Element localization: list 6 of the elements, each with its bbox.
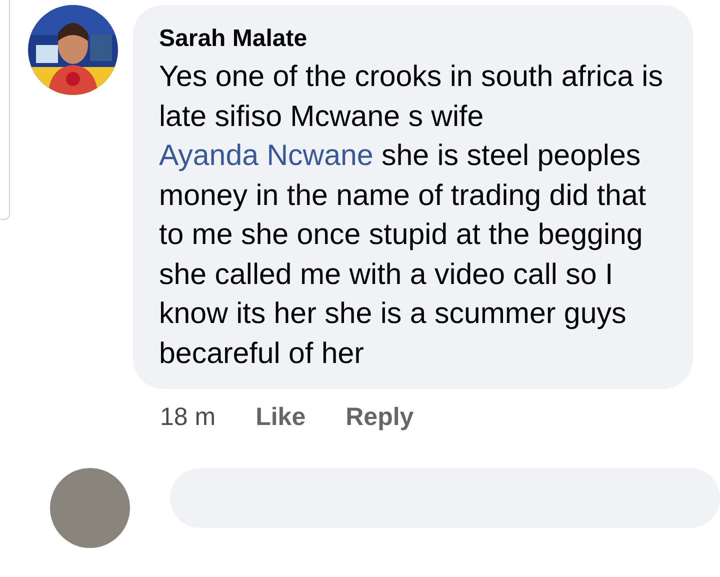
mention-link[interactable]: Ayanda Ncwane xyxy=(159,139,374,172)
author-name[interactable]: Sarah Malate xyxy=(159,25,669,53)
action-link[interactable]: Like xyxy=(256,403,306,432)
action-link[interactable]: Reply xyxy=(346,403,414,432)
timestamp: 18 m xyxy=(160,403,216,432)
comment-text: Yes one of the crooks in south africa is late sifiso Mcwane s wife Ayanda Ncwane she is steel peoples money in the name of trading did that to me she once stupid at the begging she called me with a video call so I know its her she is a scummer guys becareful of her xyxy=(159,59,664,372)
